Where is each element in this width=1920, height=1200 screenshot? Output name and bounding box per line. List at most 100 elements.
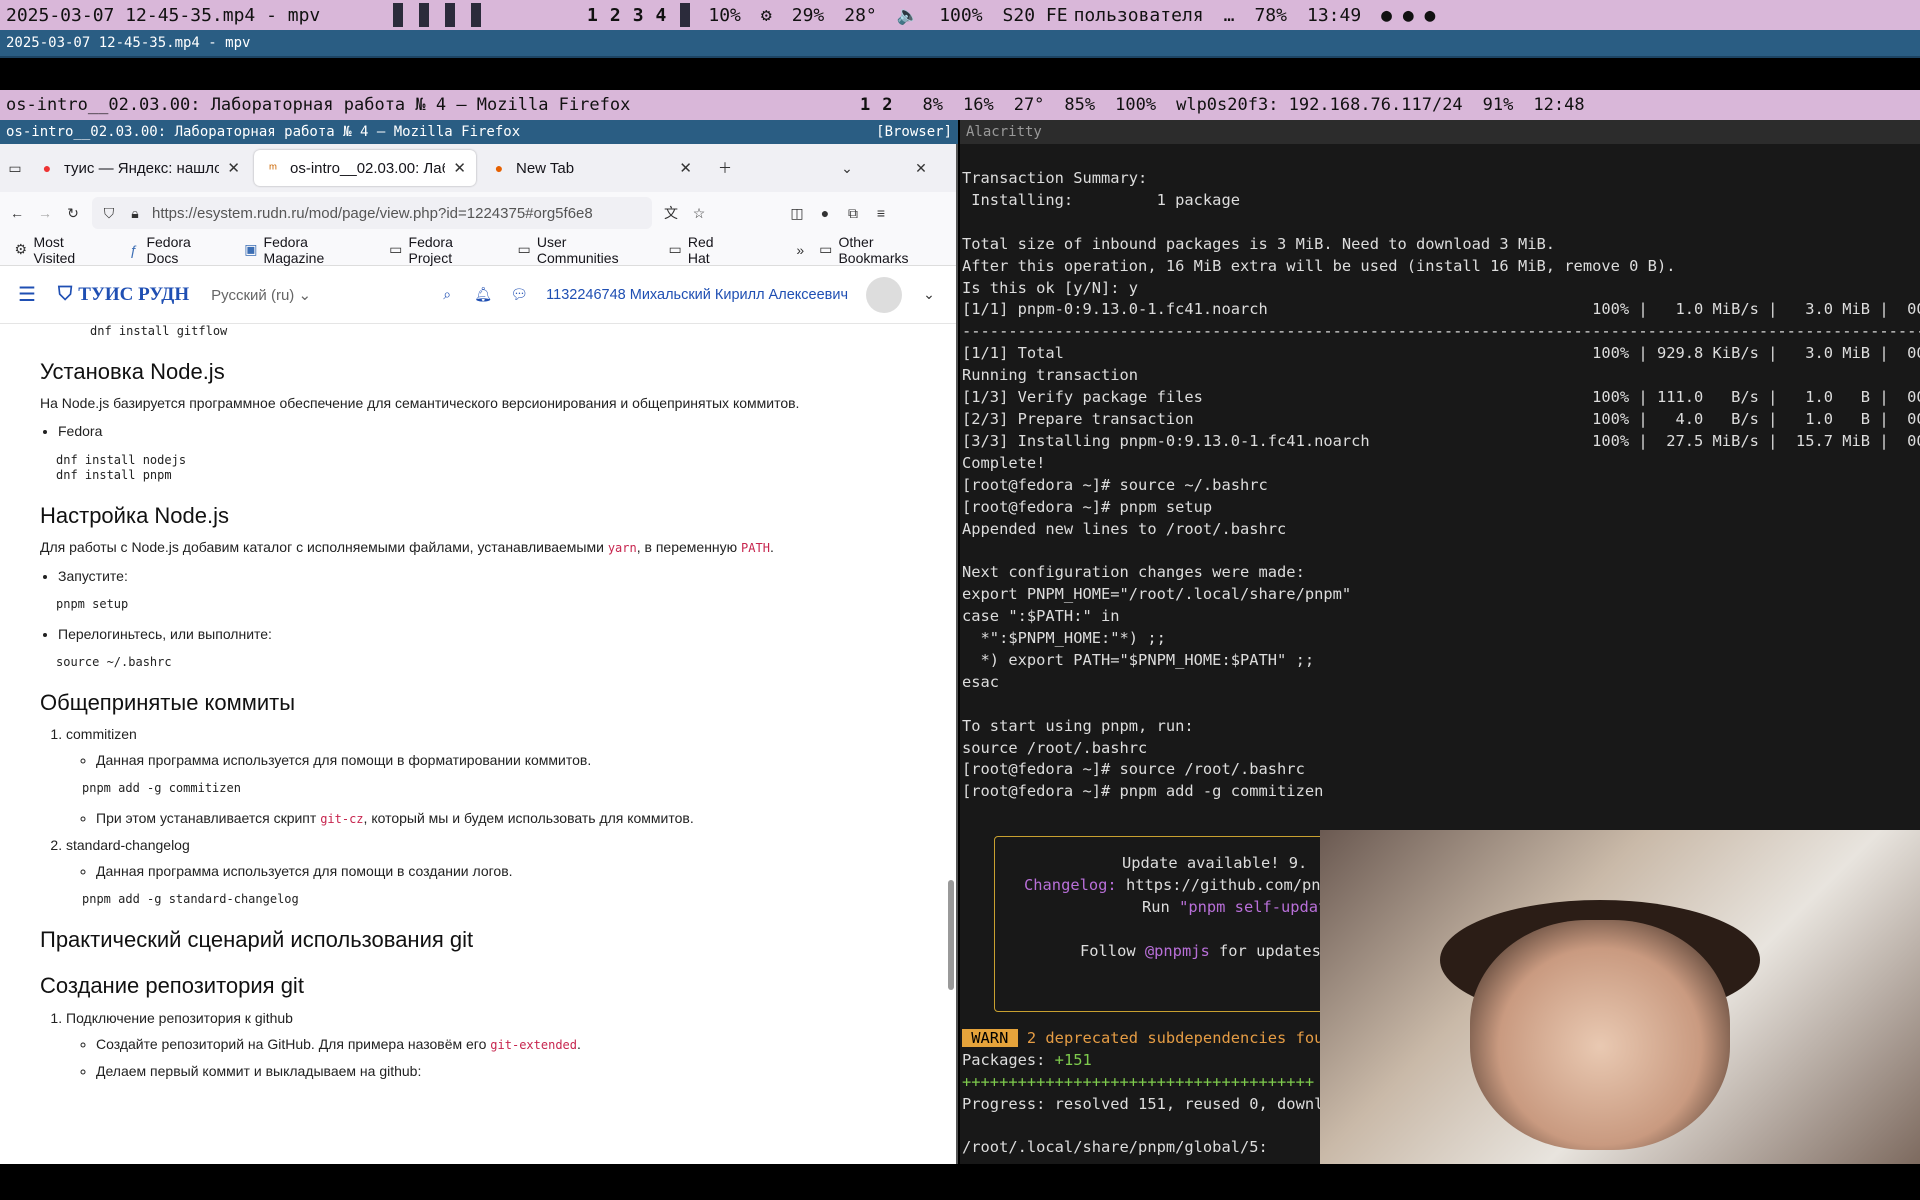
bookmark-label: User Communities	[536, 233, 619, 266]
terminal-line: [2/3] Prepare transaction 100% | 4.0 B/s…	[962, 409, 1920, 428]
menu-icon[interactable]: ≡	[872, 204, 890, 222]
packages-count: +151	[1054, 1050, 1092, 1069]
close-icon[interactable]: ✕	[227, 159, 240, 177]
new-tab-icon[interactable]: ＋	[716, 159, 734, 177]
alacritty-window-title: Alacritty	[960, 120, 1920, 144]
page-content: dnf install gitflow Установка Node.js На…	[0, 324, 956, 1080]
bookmark-fedora-project[interactable]: ▭ Fedora Project	[387, 234, 497, 266]
window-close-icon[interactable]: ✕	[912, 159, 930, 177]
terminal-line: [root@fedora ~]# pnpm setup	[962, 497, 1213, 516]
extensions-icon[interactable]: ⧉	[844, 204, 862, 222]
warn-text: 2 deprecated subdependencies foun	[1017, 1028, 1333, 1047]
video-letterbox	[0, 58, 1920, 88]
language-selector[interactable]: Русский (ru) ⌄	[211, 286, 311, 304]
video-letterbox-bottom	[0, 1164, 1920, 1200]
cpu-icon: ⚙	[760, 4, 772, 26]
pocket-icon[interactable]: ◫	[788, 204, 806, 222]
user-name[interactable]: 1132246748 Михальский Кирилл Алексеевич	[546, 287, 848, 303]
bookmark-fedora-docs[interactable]: ƒ Fedora Docs	[125, 234, 224, 266]
terminal-line: [1/3] Verify package files 100% | 111.0 …	[962, 388, 1920, 407]
terminal-line: source /root/.bashrc	[962, 738, 1148, 757]
bookmark-other[interactable]: ▭ Other Bookmarks	[817, 234, 944, 266]
text: .	[769, 539, 774, 556]
fedora-icon: ƒ	[129, 241, 138, 258]
close-icon[interactable]: ✕	[453, 159, 466, 177]
site-logo[interactable]: ⛉ ТУИС РУДН	[58, 284, 189, 306]
cpu-usage: 10%	[708, 4, 741, 26]
firefox-window-title: os-intro__02.03.00: Лабораторная работа …	[0, 120, 958, 144]
list-item-label: Подключение репозитория к github	[66, 1009, 293, 1026]
tab-os-intro[interactable]: ᵐ os-intro__02.03.00: Лабо ✕	[254, 150, 476, 186]
workspace-1[interactable]: 1	[587, 5, 598, 26]
bookmark-red-hat[interactable]: ▭ Red Hat	[666, 234, 737, 266]
folder-icon: ▭	[819, 241, 833, 257]
workspace-2[interactable]: 2	[610, 5, 621, 26]
workspace-4[interactable]: 4	[656, 5, 667, 26]
tab-new[interactable]: ● New Tab ✕	[480, 150, 702, 186]
translate-icon[interactable]: 文	[662, 204, 680, 222]
tab-yandex[interactable]: ● туис — Яндекс: нашлось ✕	[28, 150, 250, 186]
firefox-title-text: os-intro__02.03.00: Лабораторная работа …	[6, 124, 521, 140]
search-icon[interactable]: ⌕	[438, 286, 456, 304]
list-item: Данная программа используется для помощи…	[96, 751, 916, 769]
yandex-icon: ●	[42, 160, 52, 176]
inner-workspace-2[interactable]: 2	[882, 95, 892, 115]
bookmark-user-communities[interactable]: ▭ User Communities	[515, 234, 648, 266]
scrollbar[interactable]	[948, 880, 954, 990]
account-icon[interactable]: ●	[816, 204, 834, 222]
paragraph: Для работы с Node.js добавим каталог с и…	[40, 538, 916, 557]
tray-icons[interactable]: ● ● ●	[1381, 5, 1435, 26]
tab-list-icon[interactable]: ⌄	[838, 159, 856, 177]
list-item-label: commitizen	[66, 726, 137, 743]
back-icon[interactable]: ←	[8, 204, 26, 222]
chevron-down-icon[interactable]: ⌄	[920, 286, 938, 304]
text: , в переменную	[636, 539, 742, 556]
bookmark-fedora-magazine[interactable]: ▣ Fedora Magazine	[242, 234, 369, 266]
more-bookmarks-icon[interactable]: »	[792, 241, 809, 259]
terminal-line: esac	[962, 672, 1000, 691]
list-item: Перелогиньтесь, или выполните:	[58, 625, 916, 643]
list-item: Делаем первый коммит и выкладываем на gi…	[96, 1062, 916, 1080]
tab-overview-icon[interactable]: ▭	[6, 159, 24, 177]
text: .	[577, 1036, 581, 1052]
nav-bar: ← → ↻ ⛉ 🔒︎ https://esystem.rudn.ru/mod/p…	[0, 192, 956, 234]
bookmark-star-icon[interactable]: ☆	[690, 204, 708, 222]
url-bar[interactable]: ⛉ 🔒︎ https://esystem.rudn.ru/mod/page/vi…	[92, 197, 652, 229]
volume-icon[interactable]: 🔈	[897, 5, 919, 26]
brand-text: ТУИС РУДН	[78, 283, 190, 305]
url-text[interactable]: https://esystem.rudn.ru/mod/page/view.ph…	[152, 205, 593, 222]
terminal-line: *":$PNPM_HOME:"*) ;;	[962, 629, 1166, 648]
list-item: Запустите:	[58, 567, 916, 585]
shield-icon[interactable]: ⛉	[100, 204, 118, 222]
inline-code: yarn	[607, 541, 637, 556]
reload-icon[interactable]: ↻	[64, 204, 82, 222]
workspace-3[interactable]: 3	[633, 5, 644, 26]
inline-code: git-extended	[490, 1038, 577, 1052]
tab-label: туис — Яндекс: нашлось	[64, 159, 219, 177]
message-icon[interactable]: 💬︎	[510, 286, 528, 304]
terminal-line: [root@fedora ~]# pnpm add -g commitizen	[962, 782, 1324, 801]
code-line: dnf install nodejs	[56, 452, 187, 467]
lock-icon[interactable]: 🔒︎	[126, 204, 144, 222]
hamburger-menu-icon[interactable]: ☰	[18, 284, 36, 306]
code-block: pnpm add -g standard-changelog	[82, 892, 299, 907]
inner-workspace-1[interactable]: 1	[860, 95, 870, 115]
terminal-line: Total size of inbound packages is 3 MiB.…	[962, 234, 1556, 253]
forward-icon[interactable]: →	[36, 204, 54, 222]
list-item: Подключение репозитория к github Создайт…	[66, 1009, 916, 1080]
temp: 28°	[844, 4, 877, 26]
inner-disk: 85%	[1064, 95, 1096, 115]
heading-commits: Общепринятые коммиты	[40, 689, 296, 715]
terminal-line: Is this ok [y/N]: y	[962, 278, 1139, 297]
bell-icon[interactable]: 🔔︎	[474, 286, 492, 304]
close-icon[interactable]: ✕	[679, 159, 692, 177]
terminal-line: export PNPM_HOME="/root/.local/share/pnp…	[962, 585, 1352, 604]
heading-create-repo: Создание репозитория git	[40, 973, 304, 999]
workspace-marker	[680, 3, 691, 27]
text: При этом устанавливается скрипт	[96, 810, 321, 827]
code-block: pnpm setup	[56, 597, 129, 612]
avatar[interactable]	[866, 276, 902, 313]
bookmark-most-visited[interactable]: ⚙ Most Visited	[12, 234, 107, 266]
site-header: ☰ ⛉ ТУИС РУДН Русский (ru) ⌄ ⌕ 🔔︎ 💬︎ 1132…	[0, 266, 956, 324]
